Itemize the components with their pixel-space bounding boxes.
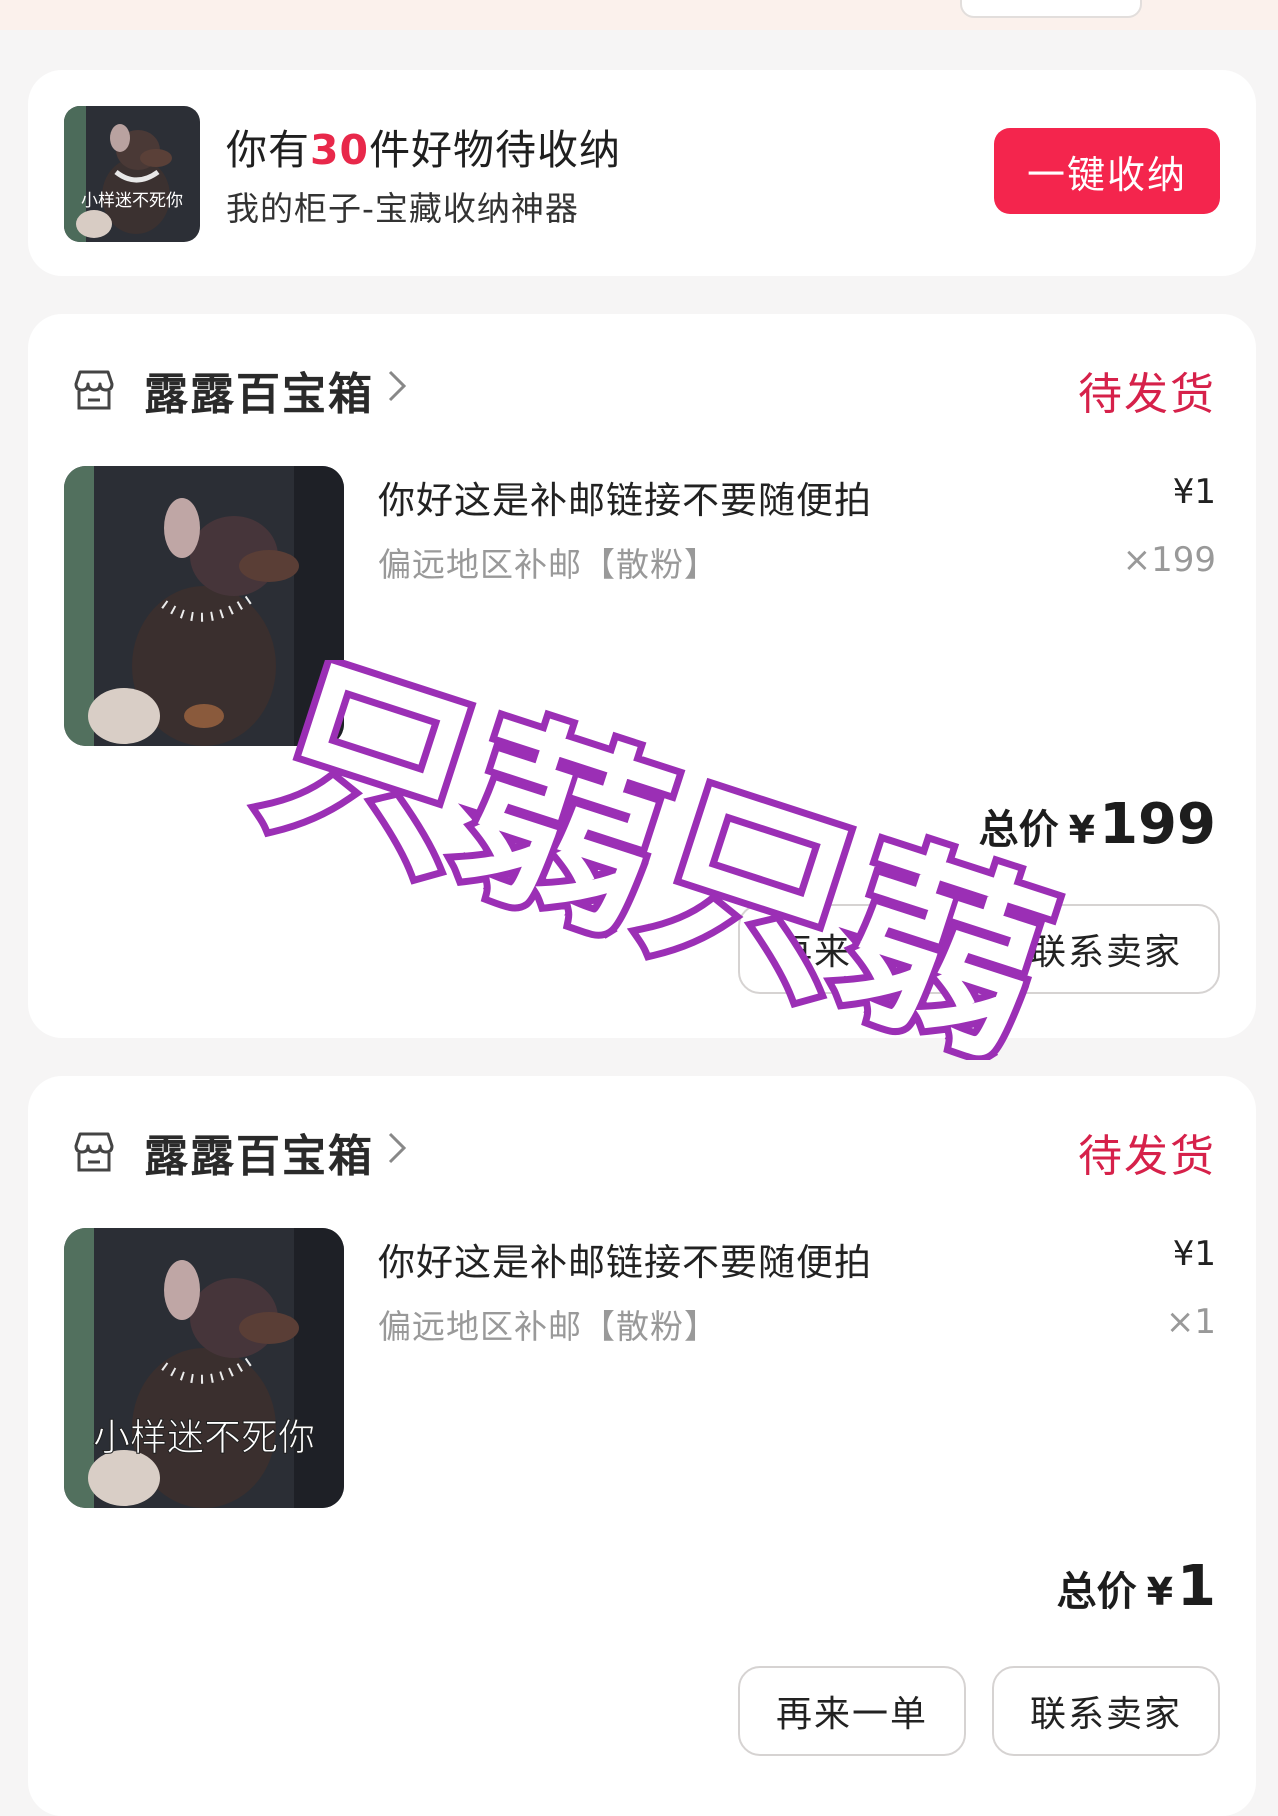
contact-seller-button[interactable]: 联系卖家 <box>992 1666 1220 1756</box>
order-total: 总价 ¥199 <box>979 792 1216 857</box>
promo-subtitle: 我的柜子-宝藏收纳神器 <box>226 189 579 228</box>
contact-seller-button[interactable]: 联系卖家 <box>992 904 1220 994</box>
product-spec: 偏远地区补邮【散粉】 <box>378 545 718 584</box>
top-button[interactable] <box>960 0 1142 18</box>
product-image[interactable] <box>64 466 344 746</box>
dog-photo-image: 小样迷不死你 <box>64 1228 344 1508</box>
order-status: 待发货 <box>1078 1131 1216 1182</box>
total-label: 总价 <box>978 807 1059 853</box>
quantity: ×199 <box>1122 540 1216 580</box>
promo-thumb-caption: 小样迷不死你 <box>81 191 183 211</box>
total-amount: ¥1 <box>1147 1554 1216 1619</box>
unit-price: ¥1 <box>1172 472 1216 512</box>
promo-title-prefix: 你有 <box>226 126 310 174</box>
reorder-button[interactable]: 再来一单 <box>738 1666 966 1756</box>
product-title[interactable]: 你好这是补邮链接不要随便拍 <box>378 470 872 524</box>
dog-photo-image <box>64 466 344 746</box>
order-total: 总价 ¥1 <box>1057 1554 1216 1619</box>
total-value: 199 <box>1099 792 1216 857</box>
order-card: 露露百宝箱 待发货 小样迷不死你 你好这是补邮链接不要随便拍 偏远地区补邮【散粉… <box>28 1076 1256 1816</box>
order-status: 待发货 <box>1078 369 1216 420</box>
product-image[interactable]: 小样迷不死你 <box>64 1228 344 1508</box>
reorder-button[interactable]: 再来一单 <box>738 904 966 994</box>
product-title[interactable]: 你好这是补邮链接不要随便拍 <box>378 1232 872 1286</box>
promo-title-suffix: 件好物待收纳 <box>369 126 622 174</box>
product-spec: 偏远地区补邮【散粉】 <box>378 1307 718 1346</box>
promo-thumbnail: 小样迷不死你 <box>64 106 200 242</box>
total-value: 1 <box>1177 1554 1216 1619</box>
top-strip <box>0 0 1278 30</box>
currency-symbol: ¥ <box>1068 808 1096 852</box>
unit-price: ¥1 <box>1172 1234 1216 1274</box>
image-caption: 小样迷不死你 <box>93 1416 315 1459</box>
shop-icon <box>74 1132 114 1172</box>
shop-name[interactable]: 露露百宝箱 <box>144 358 374 422</box>
pending-count: 30 <box>310 126 370 174</box>
total-amount: ¥199 <box>1069 792 1216 857</box>
shop-name[interactable]: 露露百宝箱 <box>144 1120 374 1184</box>
total-label: 总价 <box>1056 1569 1137 1615</box>
chevron-right-icon[interactable] <box>384 366 410 406</box>
quantity: ×1 <box>1165 1302 1216 1342</box>
order-card: 露露百宝箱 待发货 你好这是补邮链接不要随便拍 偏远地区补邮【散粉】 ¥1 ×1… <box>28 314 1256 1038</box>
one-click-collect-button[interactable]: 一键收纳 <box>994 128 1220 214</box>
chevron-right-icon[interactable] <box>384 1128 410 1168</box>
dog-photo-image: 小样迷不死你 <box>64 106 200 242</box>
promo-title: 你有30件好物待收纳 <box>226 116 621 176</box>
storage-promo-card: 小样迷不死你 你有30件好物待收纳 我的柜子-宝藏收纳神器 一键收纳 <box>28 70 1256 276</box>
shop-icon <box>74 370 114 410</box>
currency-symbol: ¥ <box>1146 1570 1174 1614</box>
